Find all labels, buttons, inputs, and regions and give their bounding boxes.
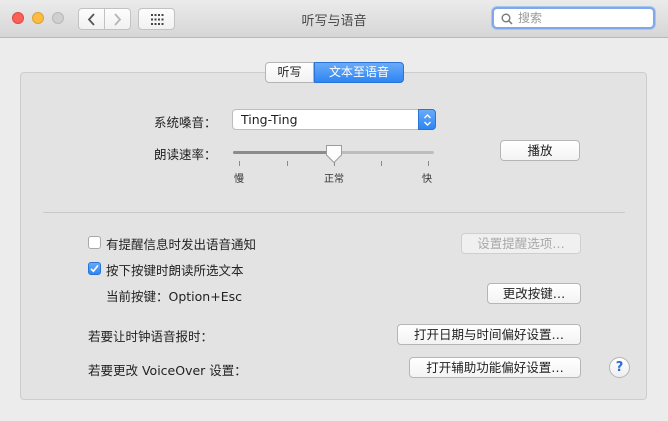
speaking-rate-label: 朗读速率： — [154, 147, 217, 162]
play-button[interactable]: 播放 — [500, 140, 580, 161]
divider — [43, 212, 625, 213]
slider-thumb[interactable] — [325, 144, 343, 164]
open-accessibility-prefs-button[interactable]: 打开辅助功能偏好设置… — [409, 357, 581, 378]
rate-normal-label: 正常 — [324, 174, 344, 185]
current-key-label: 当前按键：Option+Esc — [106, 289, 242, 304]
tab-dictation[interactable]: 听写 — [265, 62, 314, 83]
search-icon — [501, 13, 513, 25]
slider-fill — [233, 151, 334, 154]
notify-checkbox[interactable] — [88, 236, 101, 249]
search-field[interactable] — [492, 7, 655, 29]
checkmark-icon — [90, 264, 99, 273]
tab-bar: 听写 文本至语音 — [265, 62, 404, 83]
notify-label: 有提醒信息时发出语音通知 — [106, 237, 257, 252]
preferences-window: 听写与语音 听写 文本至语音 系统嗓音： Ting-Ting 朗读速率： 慢 正… — [0, 0, 668, 421]
change-key-button[interactable]: 更改按键… — [487, 283, 581, 304]
slider-tick — [287, 161, 288, 166]
help-button[interactable]: ? — [609, 357, 630, 378]
rate-fast-label: 快 — [422, 174, 432, 185]
tab-text-to-speech[interactable]: 文本至语音 — [314, 62, 404, 83]
clock-announce-label: 若要让时钟语音报时： — [88, 329, 214, 344]
speak-selection-checkbox[interactable] — [88, 262, 101, 275]
rate-slow-label: 慢 — [234, 174, 244, 185]
slider-tick — [381, 161, 382, 166]
alert-options-button[interactable]: 设置提醒选项… — [461, 233, 581, 254]
system-voice-select[interactable]: Ting-Ting — [232, 109, 436, 130]
voiceover-label: 若要更改 VoiceOver 设置： — [88, 363, 247, 378]
slider-tick — [428, 161, 429, 166]
speak-selection-label: 按下按键时朗读所选文本 — [106, 263, 244, 278]
updown-arrows-icon — [418, 109, 436, 130]
system-voice-label: 系统嗓音： — [154, 115, 217, 130]
system-voice-value: Ting-Ting — [241, 112, 298, 127]
open-date-time-prefs-button[interactable]: 打开日期与时间偏好设置… — [397, 324, 581, 345]
title-bar: 听写与语音 — [0, 0, 668, 38]
slider-tick — [239, 161, 240, 166]
search-input[interactable] — [518, 10, 644, 26]
